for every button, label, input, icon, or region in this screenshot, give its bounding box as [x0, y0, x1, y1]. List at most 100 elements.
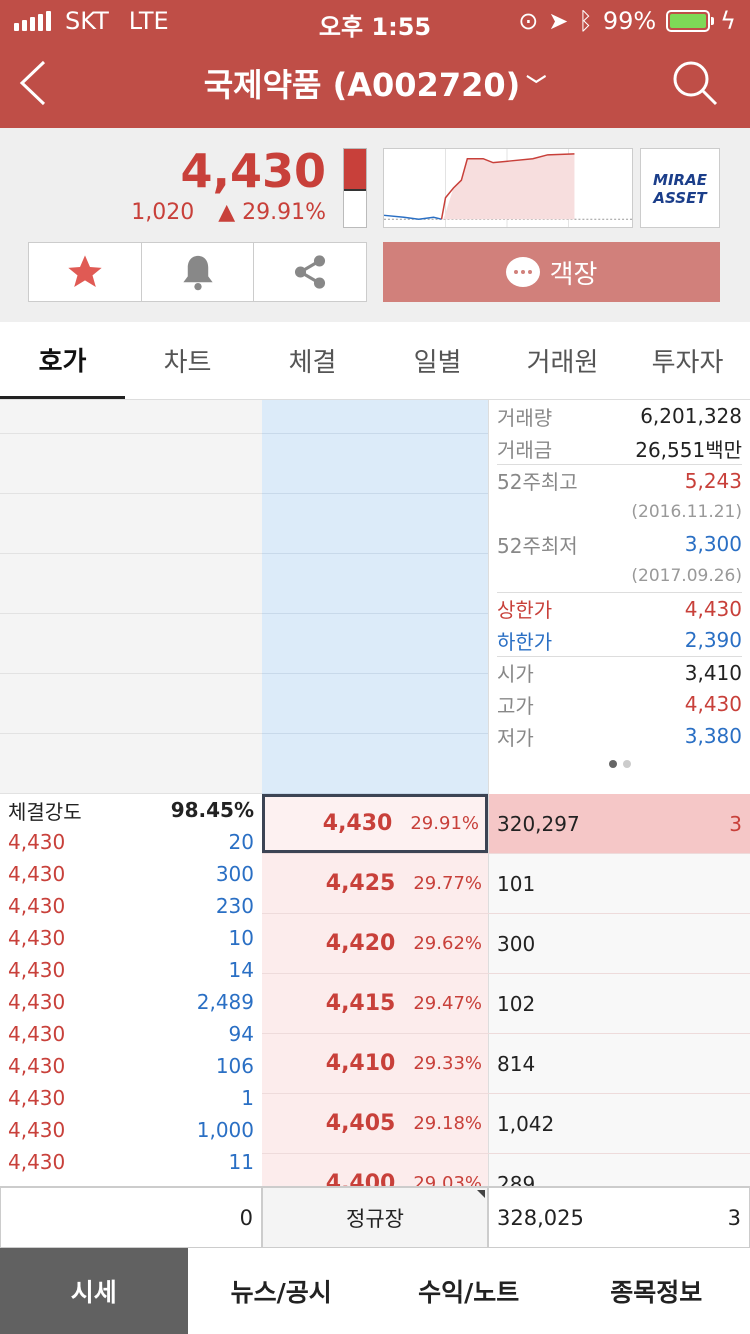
- tick-price: 4,430: [8, 990, 66, 1014]
- lobby-button[interactable]: 객장: [383, 242, 720, 302]
- bid-price: 4,410: [325, 1051, 396, 1076]
- bid-row[interactable]: 4,400 29.03% 289: [262, 1154, 750, 1186]
- price-change-pct-wrap: ▲ 29.91%: [218, 200, 326, 225]
- tick-price: 4,430: [8, 1118, 66, 1142]
- low-value: 3,380: [684, 724, 742, 748]
- tick-qty: 10: [228, 926, 254, 950]
- bid-row[interactable]: 4,410 29.33% 814: [262, 1034, 750, 1094]
- price-summary: 4,430 1,020 ▲ 29.91% MIRAE ASSET 객장: [0, 128, 750, 322]
- tab-chart[interactable]: 차트: [125, 322, 250, 399]
- high-value: 4,430: [684, 692, 742, 716]
- page-indicator: [497, 752, 742, 776]
- bottom-nav: 시세 뉴스/공시 수익/노트 종목정보: [0, 1248, 750, 1334]
- header: SKT LTE 오후 1:55 ⊙ ➤ ᛒ 99% ϟ 국제약품 (A00272…: [0, 0, 750, 128]
- stock-title-dropdown[interactable]: 국제약품 (A002720) ﹀: [0, 60, 750, 106]
- tick-price: 4,430: [8, 830, 66, 854]
- bid-row[interactable]: 4,415 29.47% 102: [262, 974, 750, 1034]
- volume-value: 6,201,328: [640, 404, 742, 428]
- session-selector[interactable]: 정규장: [262, 1187, 488, 1248]
- battery-percent: 99%: [602, 7, 657, 35]
- nav-quote[interactable]: 시세: [0, 1248, 188, 1334]
- tick-qty: 2,489: [196, 990, 254, 1014]
- lower-limit-value: 2,390: [684, 628, 742, 652]
- bid-row-current[interactable]: 4,430 29.91% 320,297 3: [262, 794, 750, 854]
- chevron-down-icon: ﹀: [526, 73, 547, 97]
- price-change: 1,020: [131, 200, 195, 225]
- low-label: 저가: [497, 725, 534, 750]
- tick-qty: 11: [228, 1150, 254, 1174]
- tab-daily[interactable]: 일별: [375, 322, 500, 399]
- tab-investors[interactable]: 투자자: [625, 322, 750, 399]
- nav-news[interactable]: 뉴스/공시: [188, 1248, 376, 1334]
- high52-date: (2016.11.21): [631, 502, 742, 522]
- bid-qty: 320,297: [497, 811, 580, 836]
- open-value: 3,410: [684, 660, 742, 685]
- bid-price: 4,415: [325, 991, 396, 1016]
- battery-icon: [666, 10, 715, 32]
- current-price: 4,430: [180, 144, 326, 198]
- bid-row[interactable]: 4,420 29.62% 300: [262, 914, 750, 974]
- low52-date: (2017.09.26): [631, 566, 742, 586]
- logo-text-2: ASSET: [653, 189, 707, 207]
- bid-qty: 101: [497, 871, 536, 896]
- charging-icon: ϟ: [720, 7, 736, 35]
- tab-trades[interactable]: 체결: [250, 322, 375, 399]
- tick-price: 4,430: [8, 1054, 66, 1078]
- tick-qty: 94: [228, 1022, 254, 1046]
- low52-value: 3,300: [684, 532, 742, 556]
- location-icon: ➤: [548, 7, 569, 35]
- tick-price: 4,430: [8, 1150, 66, 1174]
- favorite-button[interactable]: [29, 243, 142, 301]
- star-icon: [68, 255, 102, 287]
- tick-qty: 20: [228, 830, 254, 854]
- lower-limit-label: 하한가: [497, 629, 553, 654]
- bid-pct: 29.47%: [413, 993, 482, 1014]
- ask-quantity-column: [0, 400, 262, 794]
- bluetooth-icon: ᛒ: [578, 7, 593, 35]
- tab-brokers[interactable]: 거래원: [500, 322, 625, 399]
- bid-total-count: 3: [727, 1205, 741, 1230]
- rotation-lock-icon: ⊙: [518, 7, 539, 35]
- intraday-mini-chart[interactable]: [383, 148, 633, 228]
- tick-qty: 14: [228, 958, 254, 982]
- high52-label: 52주최고: [497, 470, 578, 494]
- chat-bubble-icon: [505, 257, 540, 287]
- bid-pct: 29.77%: [413, 873, 482, 894]
- stock-title: 국제약품 (A002720): [203, 66, 521, 104]
- action-bar: [28, 242, 367, 302]
- amount-label: 거래금: [497, 437, 553, 462]
- bid-row[interactable]: 4,405 29.18% 1,042: [262, 1094, 750, 1154]
- order-book: 거래량 6,201,328 거래금 26,551백만 52주최고 5,243 (201…: [0, 400, 750, 1186]
- alert-button[interactable]: [142, 243, 255, 301]
- tick-price: 4,430: [8, 894, 66, 918]
- up-arrow-icon: ▲: [218, 200, 236, 225]
- share-button[interactable]: [254, 243, 366, 301]
- price-change-pct: 29.91%: [242, 200, 326, 225]
- high52-value: 5,243: [684, 468, 742, 493]
- bid-price: 4,425: [325, 871, 396, 896]
- bid-pct: 29.03%: [413, 1173, 482, 1186]
- bid-price: 4,420: [325, 931, 396, 956]
- upper-limit-label: 상한가: [497, 598, 553, 622]
- session-label: 정규장: [346, 1206, 404, 1231]
- bid-pct: 29.91%: [410, 813, 479, 834]
- nav-stock-info[interactable]: 종목정보: [563, 1248, 750, 1334]
- stock-info-panel[interactable]: 거래량 6,201,328 거래금 26,551백만 52주최고 5,243 (201…: [488, 400, 750, 794]
- nav-profit-note[interactable]: 수익/노트: [375, 1248, 563, 1334]
- status-bar: SKT LTE 오후 1:55 ⊙ ➤ ᛒ 99% ϟ: [0, 0, 750, 41]
- logo-text-1: MIRAE: [653, 171, 707, 189]
- tab-bar: 호가 차트 체결 일별 거래원 투자자: [0, 322, 750, 400]
- lobby-label: 객장: [549, 259, 598, 290]
- search-icon[interactable]: [670, 58, 720, 108]
- bid-price: 4,405: [325, 1111, 396, 1136]
- bid-count: 3: [729, 811, 742, 836]
- low52-label: 52주최저: [497, 533, 578, 558]
- bid-qty: 1,042: [497, 1111, 555, 1136]
- bid-qty: 289: [497, 1171, 536, 1187]
- bid-row[interactable]: 4,425 29.77% 101: [262, 854, 750, 914]
- tab-quote[interactable]: 호가: [0, 322, 125, 399]
- high-label: 고가: [497, 693, 534, 718]
- share-icon: [295, 255, 326, 289]
- price-range-bar: [343, 148, 367, 228]
- open-label: 시가: [497, 662, 534, 686]
